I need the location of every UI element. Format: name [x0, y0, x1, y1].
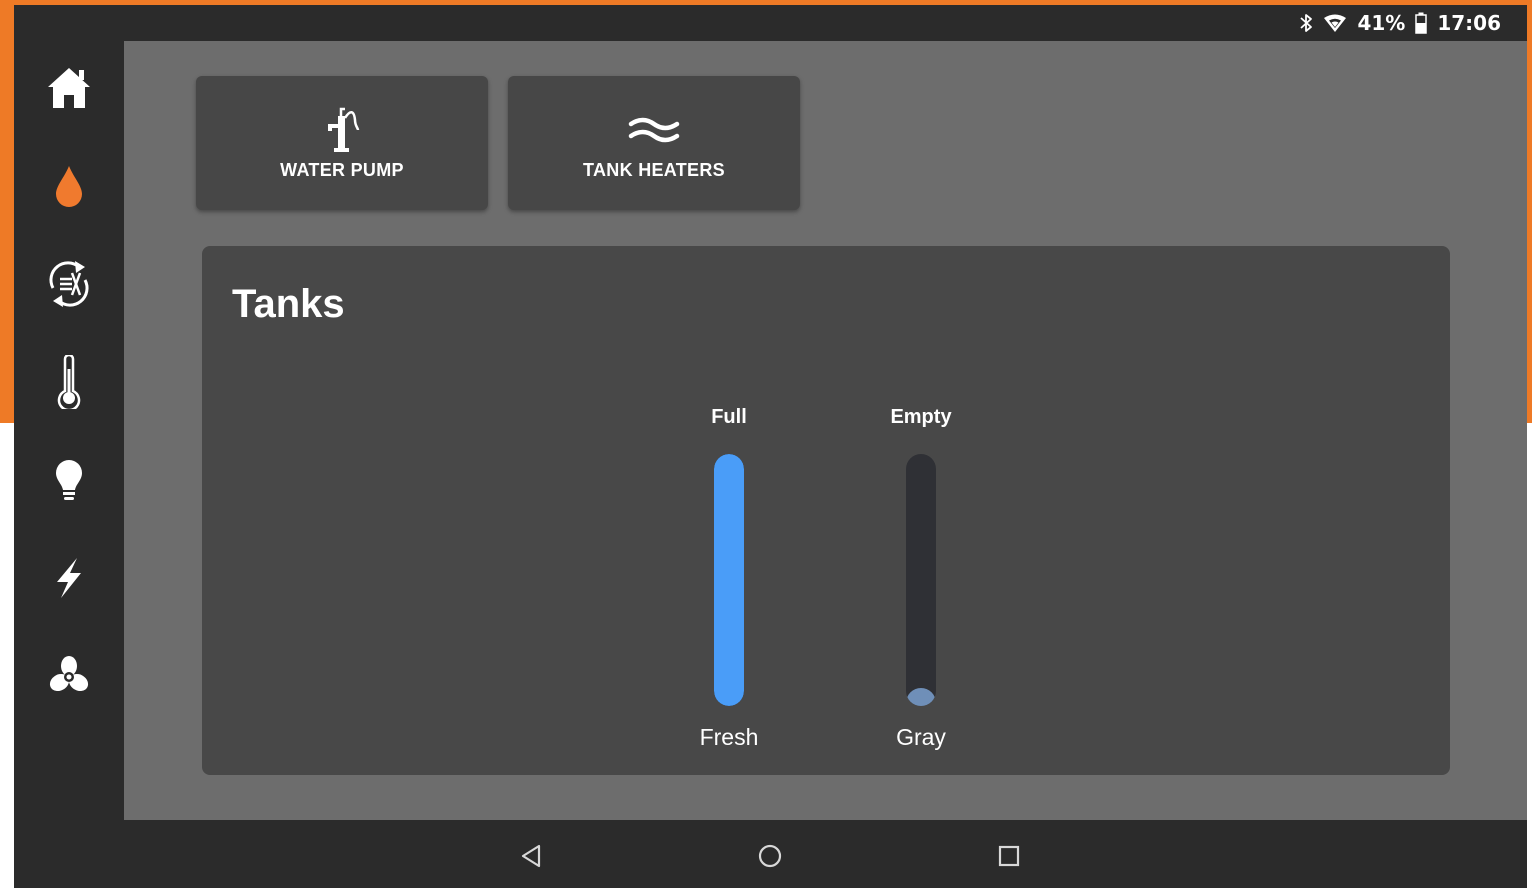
recents-icon: [998, 845, 1020, 867]
nav-back-button[interactable]: [513, 838, 549, 874]
bluetooth-icon: [1299, 13, 1313, 33]
battery-icon: [1415, 12, 1428, 34]
tank-name: Gray: [896, 724, 946, 750]
tank-name: Fresh: [699, 724, 759, 750]
tank-level-track: [906, 454, 936, 706]
water-pump-label: WATER PUMP: [280, 160, 404, 180]
tank-heater-icon: [628, 117, 680, 143]
tank-heaters-label: TANK HEATERS: [583, 160, 725, 180]
tanks-title: Tanks: [232, 282, 345, 326]
sidebar-item-lighting[interactable]: [34, 445, 104, 515]
device-screen: 41% 17:06 WATER PUMP TANK HEATERS Tanks …: [14, 5, 1527, 888]
tank-gray: Empty Gray: [861, 406, 981, 756]
main-content: WATER PUMP TANK HEATERS Tanks Full Fresh: [124, 41, 1527, 820]
tank-level-label: Full: [711, 406, 747, 428]
tank-heaters-button[interactable]: TANK HEATERS: [508, 76, 800, 210]
tank-level-fill: [906, 688, 936, 706]
status-bar: 41% 17:06: [14, 5, 1527, 41]
sidebar-nav: [14, 41, 124, 820]
light-bulb-icon: [56, 460, 82, 500]
tank-level-fill: [714, 454, 744, 706]
tanks-panel: Tanks Full Fresh Empty Gray: [202, 246, 1450, 775]
water-pump-icon: [328, 107, 360, 152]
back-icon: [521, 844, 541, 868]
climate-cycle-icon: [49, 261, 89, 307]
sidebar-item-water[interactable]: [34, 151, 104, 221]
fan-icon: [49, 656, 89, 692]
sidebar-item-ventilation[interactable]: [34, 641, 104, 711]
sidebar-item-climate[interactable]: [34, 249, 104, 319]
wifi-icon: [1323, 13, 1347, 33]
sidebar-item-power[interactable]: [34, 543, 104, 613]
battery-percent: 41%: [1357, 11, 1406, 35]
sidebar-item-temperature[interactable]: [34, 347, 104, 417]
nav-home-button[interactable]: [752, 838, 788, 874]
tank-fresh: Full Fresh: [669, 406, 789, 756]
status-indicators: 41% 17:06: [1299, 10, 1501, 36]
lightning-bolt-icon: [57, 558, 81, 598]
sidebar-item-home[interactable]: [34, 53, 104, 123]
home-circle-icon: [758, 844, 782, 868]
system-nav-bar: [14, 820, 1527, 888]
water-pump-button[interactable]: WATER PUMP: [196, 76, 488, 210]
tank-level-track: [714, 454, 744, 706]
nav-recents-button[interactable]: [991, 838, 1027, 874]
water-drop-icon: [56, 166, 82, 207]
thermometer-icon: [57, 355, 81, 409]
tank-level-label: Empty: [890, 406, 952, 428]
clock-time: 17:06: [1437, 11, 1501, 35]
home-icon: [48, 68, 90, 108]
